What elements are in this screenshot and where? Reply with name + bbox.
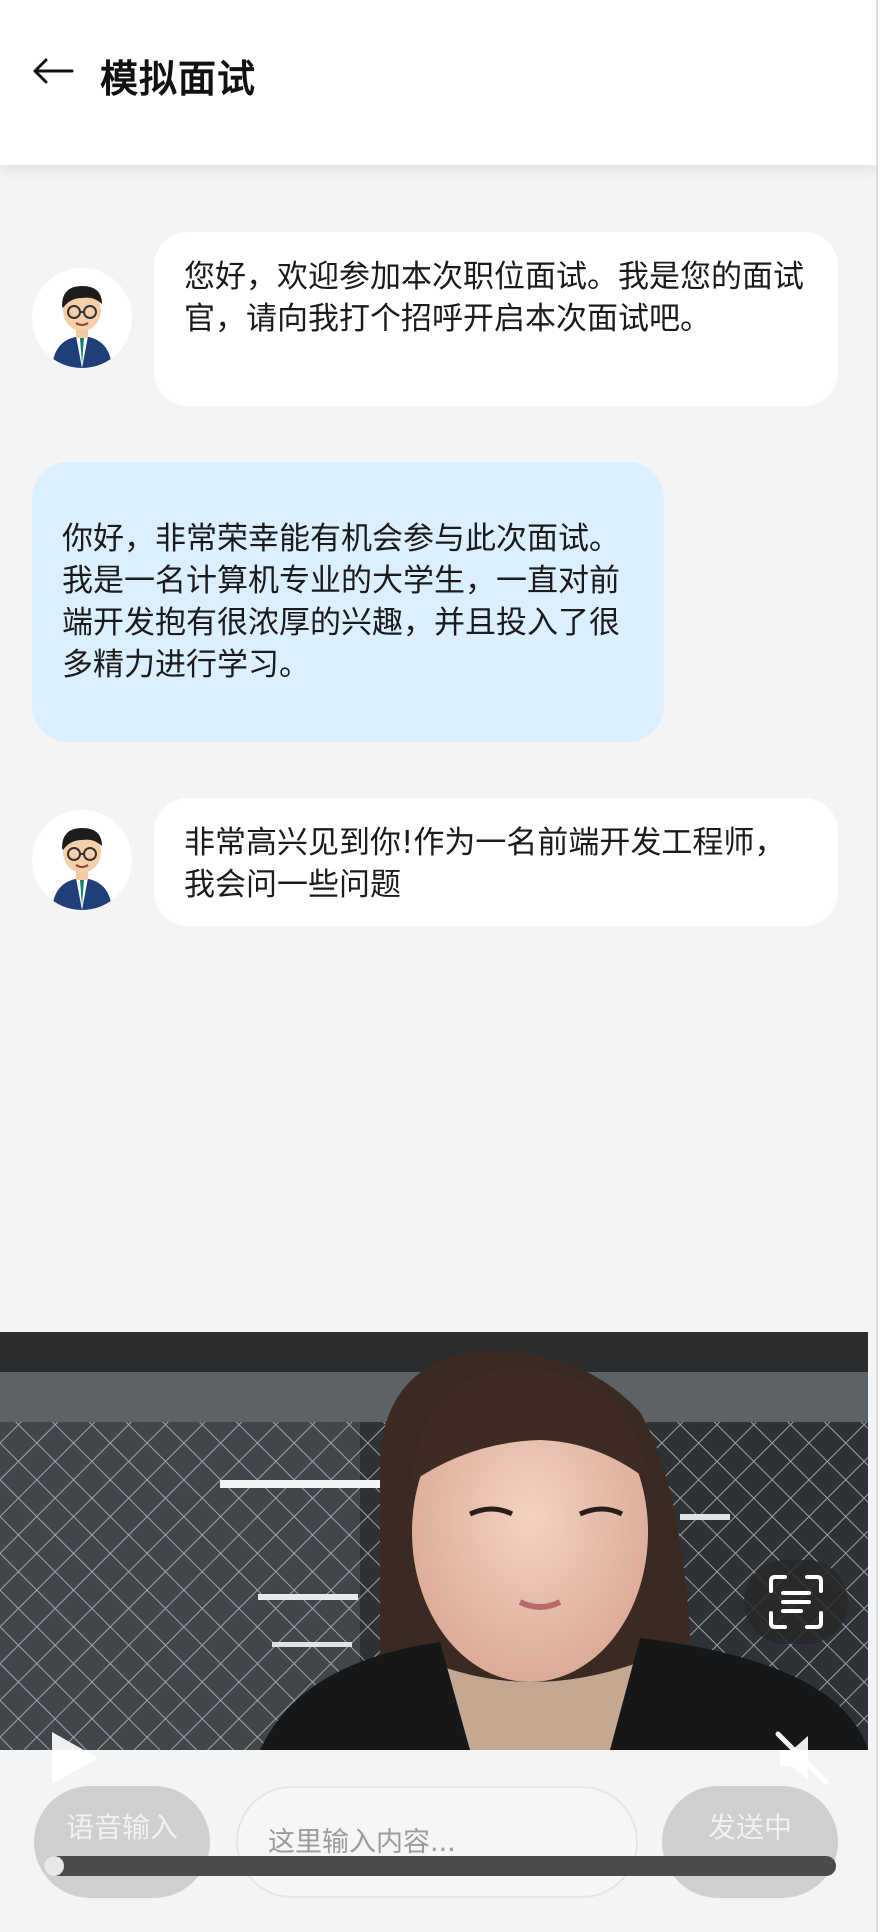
app-root: 模拟面试 您好，欢迎参加本次职位面试。我是您的面试官，请向我打个招呼开启本次面试… bbox=[0, 0, 876, 1932]
volume-muted-icon[interactable] bbox=[772, 1728, 832, 1788]
top-bar: 模拟面试 bbox=[0, 0, 876, 165]
voice-input-button[interactable]: 语音输入 bbox=[34, 1786, 210, 1898]
interviewer-message-bubble: 您好，欢迎参加本次职位面试。我是您的面试官，请向我打个招呼开启本次面试吧。 bbox=[154, 232, 838, 406]
back-arrow-icon[interactable] bbox=[26, 36, 78, 106]
interviewer-message-bubble: 非常高兴见到你!作为一名前端开发工程师，我会问一些问题 bbox=[154, 798, 838, 926]
interviewer-avatar bbox=[32, 810, 132, 910]
message-text: 你好，非常荣幸能有机会参与此次面试。我是一名计算机专业的大学生，一直对前端开发抱… bbox=[62, 521, 620, 683]
video-progress-fill bbox=[44, 1856, 64, 1876]
scan-text-icon[interactable] bbox=[744, 1560, 848, 1644]
play-icon[interactable] bbox=[48, 1728, 102, 1788]
interviewer-avatar bbox=[32, 268, 132, 368]
user-message-bubble: 你好，非常荣幸能有机会参与此次面试。我是一名计算机专业的大学生，一直对前端开发抱… bbox=[32, 462, 664, 742]
camera-video[interactable] bbox=[0, 1332, 868, 1750]
video-progress-bar[interactable] bbox=[44, 1856, 836, 1876]
send-button[interactable]: 发送中 bbox=[662, 1786, 838, 1898]
message-input[interactable] bbox=[236, 1786, 638, 1898]
message-text: 非常高兴见到你!作为一名前端开发工程师，我会问一些问题 bbox=[184, 825, 786, 903]
message-text: 您好，欢迎参加本次职位面试。我是您的面试官，请向我打个招呼开启本次面试吧。 bbox=[184, 259, 804, 337]
page-title: 模拟面试 bbox=[100, 57, 257, 101]
window-edge bbox=[876, 0, 892, 1932]
